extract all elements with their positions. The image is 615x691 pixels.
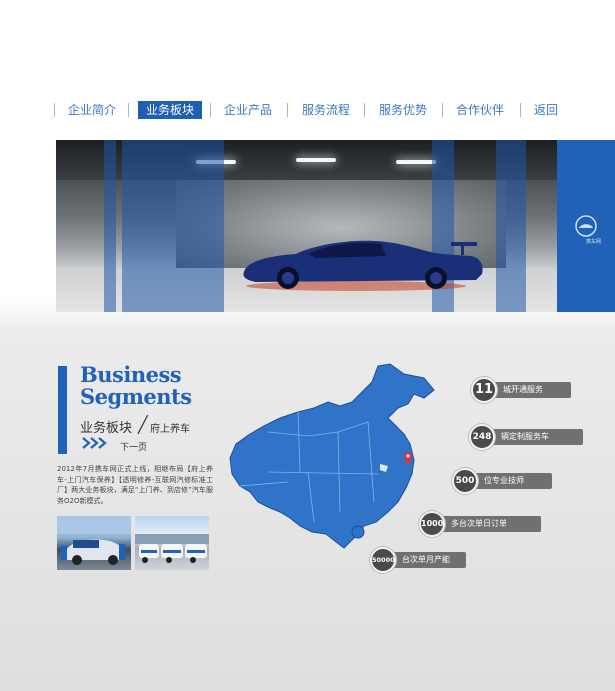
nav-item-back[interactable]: 返回 <box>526 101 566 119</box>
nav-item-partners[interactable]: 合作伙伴 <box>448 101 512 119</box>
service-photo-technicians <box>57 516 131 570</box>
nav-divider <box>210 103 211 117</box>
stat-value: 50000 <box>370 547 396 573</box>
blue-overlay-bar <box>496 140 526 312</box>
photo-illustration <box>135 534 209 563</box>
nav-divider <box>364 103 365 117</box>
blue-overlay-bar <box>104 140 116 312</box>
ceiling-light <box>296 158 336 162</box>
nav-divider <box>442 103 443 117</box>
stat-label: 多台次单日订单 <box>437 516 541 532</box>
sports-car-image <box>243 240 483 291</box>
stat-value: 11 <box>471 377 497 403</box>
blue-overlay-bar <box>122 140 224 312</box>
china-map <box>229 363 435 549</box>
stat-label: 城开通服务 <box>489 382 571 398</box>
nav-divider <box>287 103 288 117</box>
car-brand-logo-icon <box>575 215 597 237</box>
stat-value: 500 <box>452 468 478 494</box>
nav-item-service-advantages[interactable]: 服务优势 <box>371 101 435 119</box>
hero-banner: 携车网 <box>56 140 615 312</box>
nav-item-business-segments[interactable]: 业务板块 <box>138 101 202 119</box>
nav-divider <box>128 103 129 117</box>
nav-item-company-intro[interactable]: 企业简介 <box>64 101 120 119</box>
brand-logo-text: 携车网 <box>585 239 601 245</box>
nav-item-service-process[interactable]: 服务流程 <box>294 101 358 119</box>
stat-value: 1000 <box>419 511 445 537</box>
section-subtitle: 府上养车 <box>150 424 190 435</box>
stat-value: 248 <box>469 424 495 450</box>
section-title-cn: 业务板块 <box>80 421 133 436</box>
service-photo-fleet <box>135 516 209 570</box>
next-page-link[interactable]: 下一页 <box>120 440 147 453</box>
section-description: 2012年7月携车网正式上线，相继布局【府上养车-上门汽车保养】【透明修养-互联… <box>57 465 213 505</box>
nav-divider <box>520 103 521 117</box>
section-title-en-line2: Segments <box>80 384 192 409</box>
stat-label: 位专业技师 <box>470 473 552 489</box>
stat-label: 台次单月产能 <box>388 552 466 568</box>
nav-divider <box>54 103 55 117</box>
title-accent-bar <box>58 366 67 454</box>
nav-item-products[interactable]: 企业产品 <box>216 101 280 119</box>
main-nav: 企业简介 业务板块 企业产品 服务流程 服务优势 合作伙伴 返回 <box>54 101 584 119</box>
ceiling-light <box>396 160 436 164</box>
section-title-en: Business Segments <box>80 364 230 408</box>
double-chevron-right-icon[interactable] <box>82 437 108 449</box>
photo-illustration <box>57 516 131 565</box>
section-title-en-line1: Business <box>80 362 182 387</box>
title-slash: ╱ <box>138 415 148 434</box>
stat-label: 辆定制服务车 <box>487 429 583 445</box>
